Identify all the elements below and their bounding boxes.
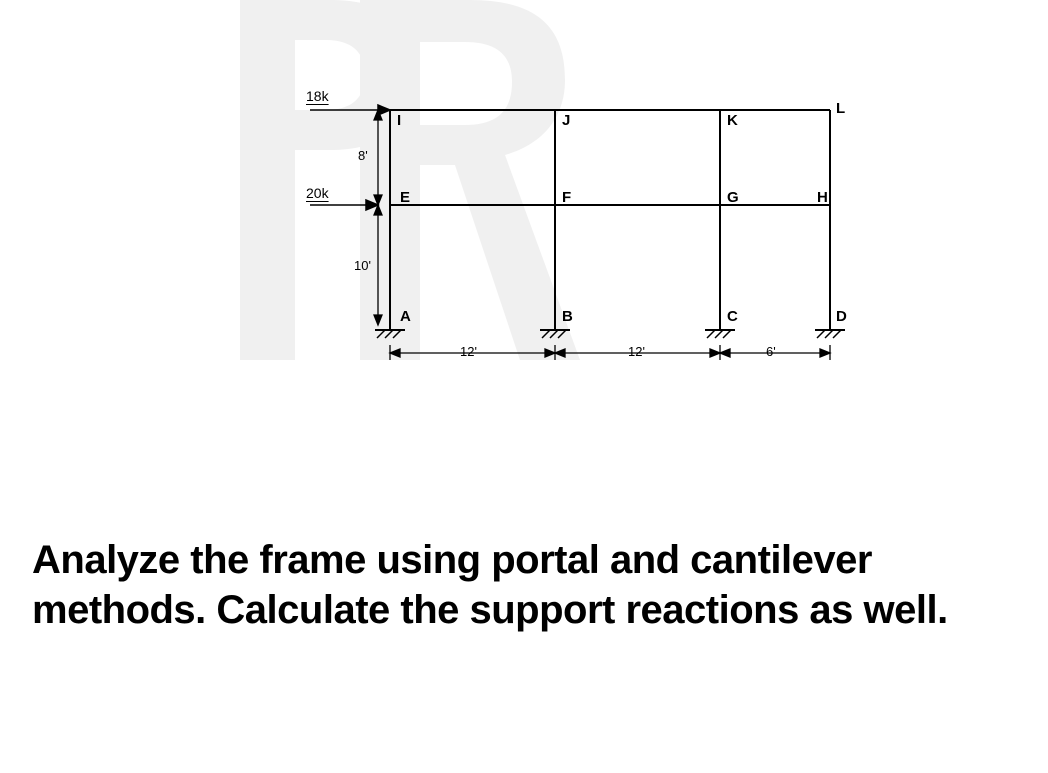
node-c-label: C — [727, 308, 738, 325]
width-span1-label: 12' — [460, 344, 477, 359]
load-top-label: 18k — [306, 88, 329, 104]
width-span3-label: 6' — [766, 344, 776, 359]
width-span2-label: 12' — [628, 344, 645, 359]
load-mid-label: 20k — [306, 185, 329, 201]
height-upper-label: 8' — [358, 148, 368, 163]
height-lower-label: 10' — [354, 258, 371, 273]
node-e-label: E — [400, 189, 410, 206]
node-j-label: J — [562, 112, 570, 129]
node-i-label: I — [397, 112, 401, 129]
question-text: Analyze the frame using portal and canti… — [32, 535, 1017, 635]
node-h-label: H — [817, 189, 828, 206]
node-a-label: A — [400, 308, 411, 325]
frame-diagram: 18k 20k 8' 10' 12' 12' 6' I J K L E F G … — [250, 30, 890, 410]
node-d-label: D — [836, 308, 847, 325]
node-b-label: B — [562, 308, 573, 325]
node-k-label: K — [727, 112, 738, 129]
node-g-label: G — [727, 189, 739, 206]
structure-svg — [250, 30, 890, 400]
node-l-label: L — [836, 100, 845, 117]
node-f-label: F — [562, 189, 571, 206]
